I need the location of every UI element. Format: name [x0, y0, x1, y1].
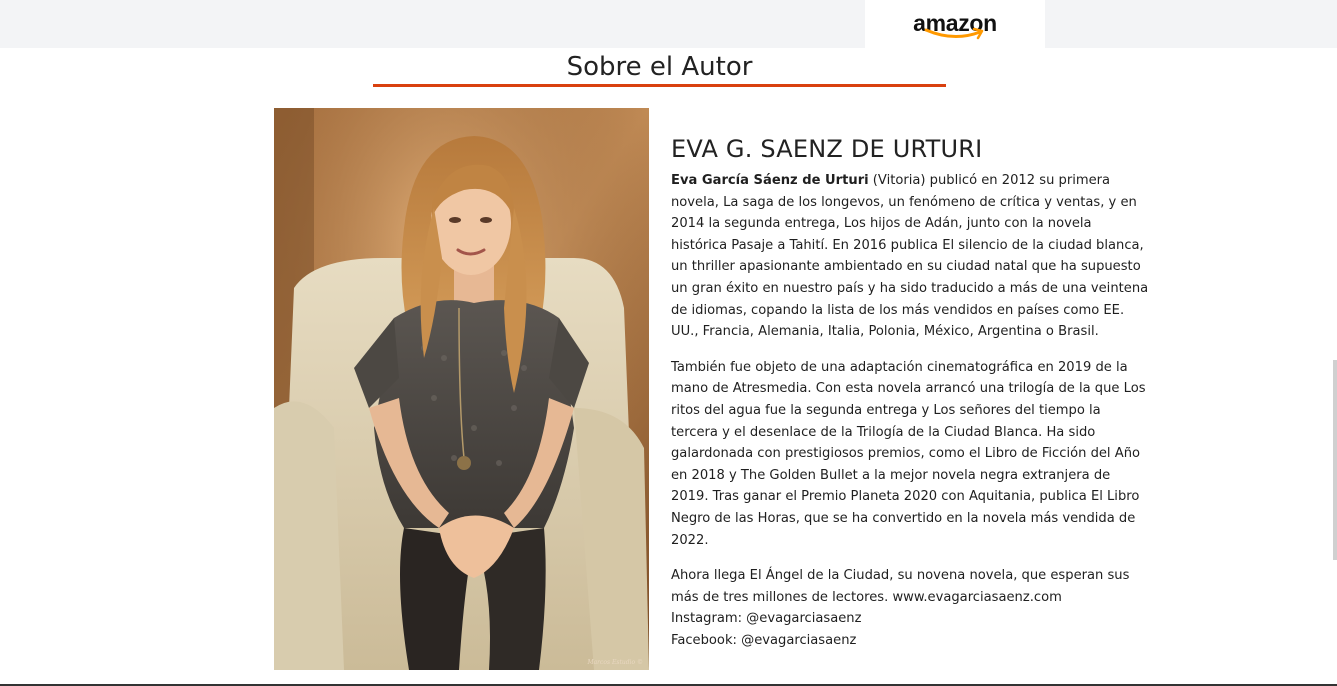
bio-paragraph-1-text: (Vitoria) publicó en 2012 su primera nov…: [671, 173, 1149, 340]
author-photo-image: [274, 108, 649, 670]
bio-paragraph-2: También fue objeto de una adaptación cin…: [671, 359, 1146, 548]
photo-credit: Marcos Estudio ©: [587, 659, 643, 666]
author-bio: EVA G. SAENZ DE URTURI Eva García Sáenz …: [671, 130, 1149, 665]
author-photo: Marcos Estudio ©: [274, 108, 649, 670]
instagram-handle: Instagram: @evagarciasaenz: [671, 611, 862, 627]
author-name: EVA G. SAENZ DE URTURI: [671, 135, 983, 163]
page-scrollbar[interactable]: [1333, 360, 1337, 560]
bio-paragraph-1: Eva García Sáenz de Urturi (Vitoria) pub…: [671, 170, 1149, 343]
bio-paragraph-3: Ahora llega El Ángel de la Ciudad, su no…: [671, 565, 1149, 651]
amazon-smile-icon: [924, 27, 984, 40]
facebook-handle: Facebook: @evagarciasaenz: [671, 632, 857, 648]
author-full-name: Eva García Sáenz de Urturi: [671, 173, 869, 188]
section-title: Sobre el Autor: [566, 52, 753, 82]
title-underline: [373, 84, 946, 87]
amazon-logo-box[interactable]: amazon: [865, 0, 1045, 48]
bio-paragraph-3-text: Ahora llega El Ángel de la Ciudad, su no…: [671, 568, 1130, 605]
amazon-logo[interactable]: amazon: [894, 5, 1016, 43]
top-bar: [0, 0, 1337, 48]
